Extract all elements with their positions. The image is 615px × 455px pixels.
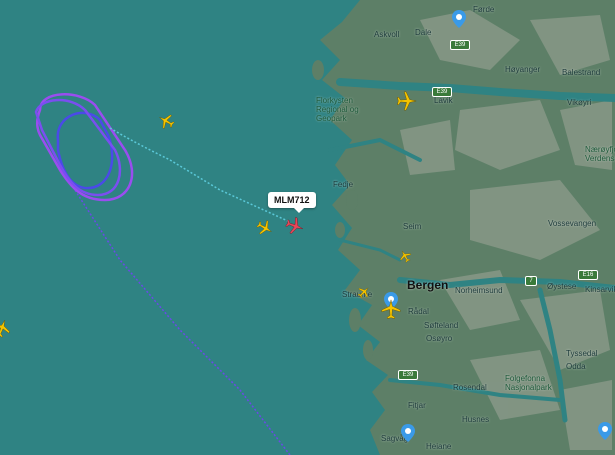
road-shield-e39-south: E39	[398, 370, 418, 380]
flight-map[interactable]: Askvoll Dale Førde Høyanger Balestrand L…	[0, 0, 615, 455]
place-kinsarvik: Kinsarvik	[585, 285, 615, 294]
aircraft-icon[interactable]	[0, 318, 12, 338]
selected-aircraft-icon[interactable]	[285, 216, 305, 236]
aircraft-icon[interactable]	[396, 90, 418, 112]
airport-pin-icon[interactable]	[401, 424, 415, 442]
place-oystese: Øystese	[547, 282, 577, 291]
place-dale: Dale	[415, 28, 432, 37]
aircraft-icon[interactable]	[157, 112, 175, 130]
road-shield-e39-north: E39	[450, 40, 470, 50]
road-shield-e16: E16	[578, 270, 598, 280]
place-rosendal: Rosendal	[453, 383, 487, 392]
place-bergen: Bergen	[407, 278, 449, 292]
place-heiane: Heiane	[426, 442, 452, 451]
place-softeland: Søfteland	[424, 321, 459, 330]
park-verdensarv: Nærøyfjord Verdensarv	[585, 145, 615, 163]
road-shield-rv7: 7	[525, 276, 537, 286]
road-shield-e39-lavik: E39	[432, 87, 452, 97]
aircraft-icon[interactable]	[398, 249, 412, 263]
airport-pin-icon[interactable]	[452, 10, 466, 28]
place-balestrand: Balestrand	[562, 68, 601, 77]
place-askvoll: Askvoll	[374, 30, 400, 39]
aircraft-icon[interactable]	[380, 298, 402, 320]
place-osoyro: Osøyro	[426, 334, 453, 343]
place-vossevangen: Vossevangen	[548, 219, 597, 228]
place-tyssedal: Tyssedal	[566, 349, 598, 358]
park-florkysten: Florkysten Regional og Geopark	[316, 96, 359, 123]
aircraft-icon[interactable]	[256, 219, 274, 237]
selected-flight-callsign[interactable]: MLM712	[268, 192, 316, 213]
place-seim: Seim	[403, 222, 422, 231]
place-vikoyri: Vikøyri	[567, 98, 592, 107]
aircraft-icon[interactable]	[357, 285, 371, 299]
place-husnes: Husnes	[462, 415, 490, 424]
place-fedje: Fedje	[333, 180, 354, 189]
place-fitjar: Fitjar	[408, 401, 426, 410]
place-hoyanger: Høyanger	[505, 65, 541, 74]
place-norheimsund: Norheimsund	[455, 286, 503, 295]
place-radal: Rådal	[408, 307, 429, 316]
park-folgefonna: Folgefonna Nasjonalpark	[505, 374, 552, 392]
place-lavik: Lavik	[434, 96, 453, 105]
airport-pin-icon[interactable]	[598, 422, 612, 440]
place-odda: Odda	[566, 362, 586, 371]
place-forde: Førde	[473, 5, 495, 14]
